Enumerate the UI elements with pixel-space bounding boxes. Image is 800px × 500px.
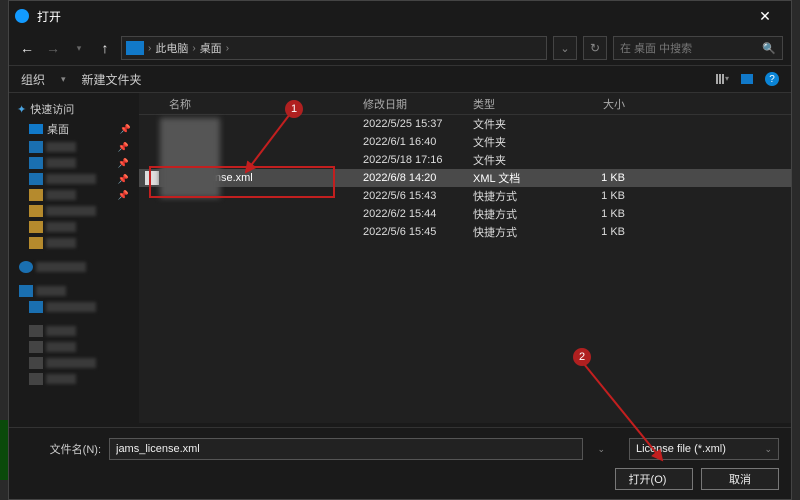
file-type: 快捷方式 bbox=[473, 224, 563, 240]
sidebar-item-blurred[interactable] bbox=[13, 259, 135, 275]
view-preview-icon[interactable] bbox=[741, 74, 753, 84]
file-list-pane: 名称 修改日期 类型 大小 2022/5/25 15:37文件夹2022/6/1… bbox=[139, 93, 791, 423]
sidebar-item-blurred[interactable]: 📌 bbox=[13, 139, 135, 155]
desktop-icon bbox=[29, 124, 43, 134]
help-icon[interactable]: ? bbox=[765, 72, 779, 86]
star-icon: ✦ bbox=[17, 103, 26, 116]
chevron-down-icon: ⌄ bbox=[764, 444, 772, 455]
background-strip bbox=[0, 420, 8, 480]
back-button[interactable]: ← bbox=[17, 40, 37, 56]
sidebar-item-blurred[interactable] bbox=[13, 219, 135, 235]
file-list-header: 名称 修改日期 类型 大小 bbox=[139, 93, 791, 115]
search-icon: 🔍 bbox=[762, 42, 776, 55]
file-row[interactable]: 2022/6/2 15:44快捷方式1 KB bbox=[139, 205, 791, 223]
file-size: 1 KB bbox=[563, 226, 633, 238]
organize-menu[interactable]: 组织 bbox=[21, 71, 45, 88]
path-dropdown[interactable]: ⌄ bbox=[553, 36, 577, 60]
search-input[interactable]: 在 桌面 中搜索 🔍 bbox=[613, 36, 783, 60]
annotation-arrow-1 bbox=[240, 110, 300, 185]
cancel-button[interactable]: 取消 bbox=[701, 468, 779, 490]
file-size: 1 KB bbox=[563, 208, 633, 220]
titlebar: 打开 ✕ bbox=[9, 1, 791, 31]
file-date: 2022/6/1 16:40 bbox=[363, 136, 473, 148]
chevron-right-icon: › bbox=[148, 43, 151, 54]
toolbar: 组织▾ 新建文件夹 ▾ ? bbox=[9, 65, 791, 93]
file-type: 文件夹 bbox=[473, 152, 563, 168]
sidebar-item-blurred[interactable] bbox=[13, 339, 135, 355]
breadcrumb-bar[interactable]: › 此电脑 › 桌面 › bbox=[121, 36, 547, 60]
sidebar-item-blurred[interactable]: 📌 bbox=[13, 171, 135, 187]
file-type: XML 文档 bbox=[473, 170, 563, 186]
chevron-right-icon: › bbox=[226, 43, 229, 54]
column-type[interactable]: 类型 bbox=[473, 96, 563, 112]
recent-dropdown[interactable]: ▾ bbox=[69, 43, 89, 54]
sidebar-item-quickaccess[interactable]: ✦ 快速访问 bbox=[13, 99, 135, 119]
file-row[interactable]: 2022/6/1 16:40文件夹 bbox=[139, 133, 791, 151]
navbar: ← → ▾ ↑ › 此电脑 › 桌面 › ⌄ ↻ 在 桌面 中搜索 🔍 bbox=[9, 31, 791, 65]
breadcrumb-pc[interactable]: 此电脑 bbox=[155, 40, 188, 56]
app-icon bbox=[15, 9, 29, 23]
pin-icon: 📌 bbox=[120, 124, 131, 135]
view-list-icon[interactable]: ▾ bbox=[716, 74, 729, 84]
sidebar-item-blurred[interactable]: 📌 bbox=[13, 155, 135, 171]
annotation-badge-1: 1 bbox=[285, 100, 303, 118]
file-type: 文件夹 bbox=[473, 116, 563, 132]
sidebar-item-blurred[interactable] bbox=[13, 323, 135, 339]
file-row[interactable]: 2022/5/6 15:45快捷方式1 KB bbox=[139, 223, 791, 241]
file-date: 2022/5/6 15:45 bbox=[363, 226, 473, 238]
chevron-right-icon: › bbox=[192, 43, 195, 54]
file-type: 快捷方式 bbox=[473, 206, 563, 222]
sidebar: ✦ 快速访问 桌面 📌 📌 📌 📌 📌 bbox=[9, 93, 139, 423]
refresh-button[interactable]: ↻ bbox=[583, 36, 607, 60]
file-date: 2022/5/25 15:37 bbox=[363, 118, 473, 130]
file-row[interactable]: 2022/5/25 15:37文件夹 bbox=[139, 115, 791, 133]
sidebar-item-blurred[interactable]: 📌 bbox=[13, 187, 135, 203]
filename-label: 文件名(N): bbox=[21, 441, 101, 457]
file-date: 2022/5/18 17:16 bbox=[363, 154, 473, 166]
file-size: 1 KB bbox=[563, 172, 633, 184]
new-folder-button[interactable]: 新建文件夹 bbox=[82, 71, 142, 88]
sidebar-item-blurred[interactable] bbox=[13, 235, 135, 251]
sidebar-label-quickaccess: 快速访问 bbox=[30, 101, 74, 117]
sidebar-item-blurred[interactable] bbox=[13, 355, 135, 371]
file-size: 1 KB bbox=[563, 190, 633, 202]
annotation-badge-2: 2 bbox=[573, 348, 591, 366]
up-button[interactable]: ↑ bbox=[95, 40, 115, 56]
forward-button[interactable]: → bbox=[43, 40, 63, 56]
annotation-arrow-2 bbox=[580, 360, 680, 475]
file-date: 2022/6/8 14:20 bbox=[363, 172, 473, 184]
sidebar-label-desktop: 桌面 bbox=[47, 121, 69, 137]
file-type: 快捷方式 bbox=[473, 188, 563, 204]
pc-icon bbox=[126, 41, 144, 55]
search-placeholder: 在 桌面 中搜索 bbox=[620, 40, 692, 56]
sidebar-item-blurred[interactable] bbox=[13, 283, 135, 299]
window-title: 打开 bbox=[37, 8, 745, 25]
filename-input[interactable] bbox=[109, 438, 583, 460]
file-date: 2022/6/2 15:44 bbox=[363, 208, 473, 220]
sidebar-item-blurred[interactable] bbox=[13, 371, 135, 387]
close-icon[interactable]: ✕ bbox=[745, 8, 785, 25]
file-date: 2022/5/6 15:43 bbox=[363, 190, 473, 202]
column-date[interactable]: 修改日期 bbox=[363, 96, 473, 112]
column-size[interactable]: 大小 bbox=[563, 96, 633, 112]
file-type: 文件夹 bbox=[473, 134, 563, 150]
breadcrumb-desktop[interactable]: 桌面 bbox=[200, 40, 222, 56]
sidebar-item-blurred[interactable] bbox=[13, 299, 135, 315]
sidebar-item-desktop[interactable]: 桌面 📌 bbox=[13, 119, 135, 139]
sidebar-item-blurred[interactable] bbox=[13, 203, 135, 219]
